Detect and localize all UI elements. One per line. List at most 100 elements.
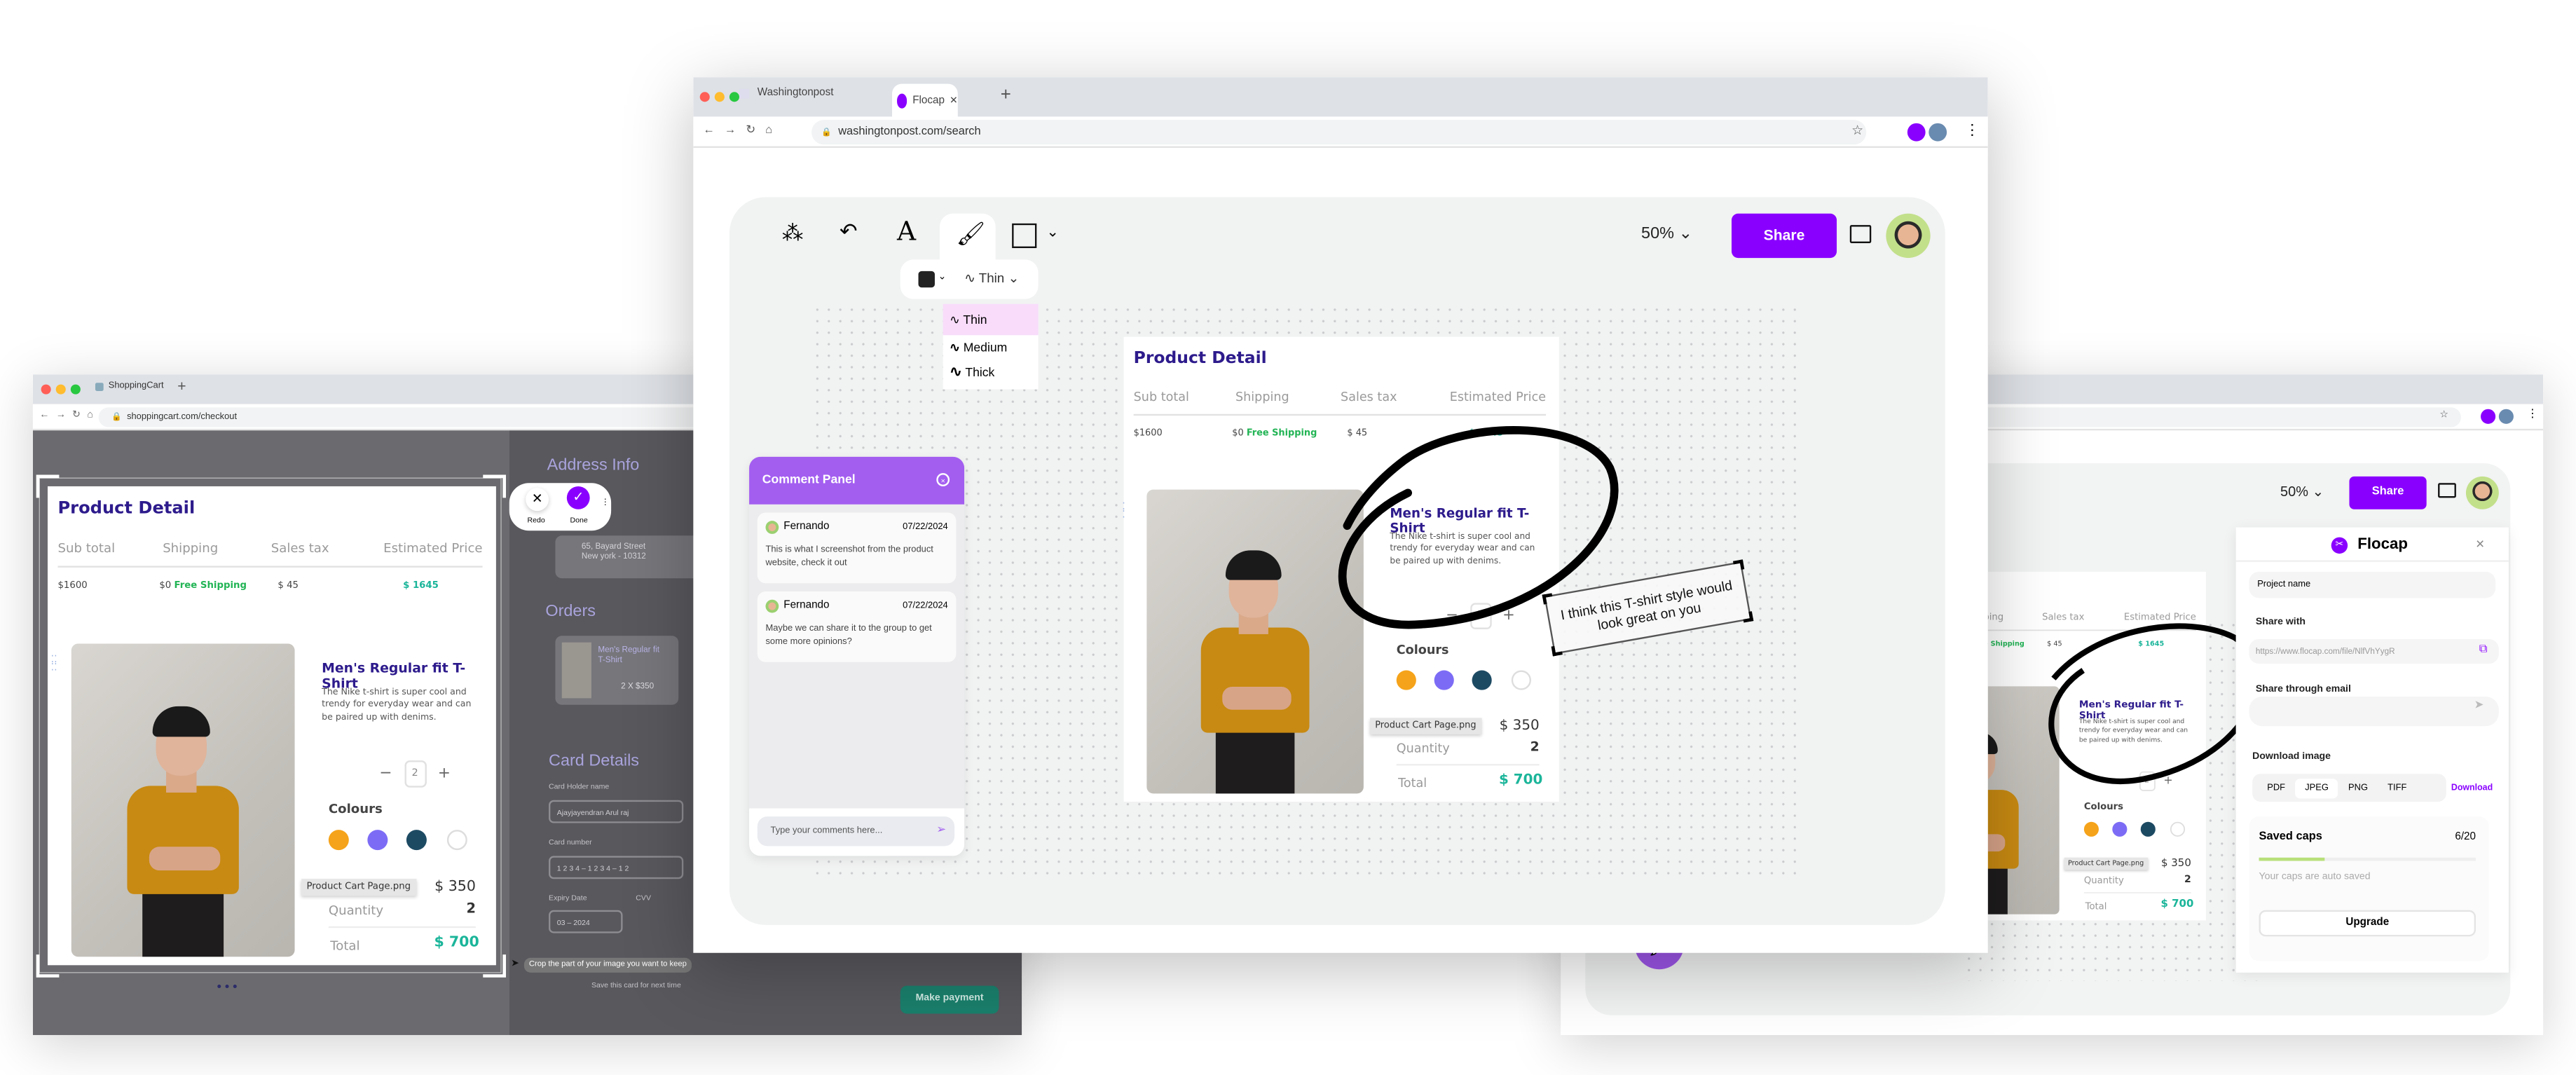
- make-payment-button[interactable]: Make payment: [900, 985, 999, 1014]
- saved-caps-progress: [2259, 857, 2476, 861]
- more-dots-icon[interactable]: •••: [217, 979, 240, 994]
- format-option-png[interactable]: PNG: [2338, 778, 2378, 797]
- done-button[interactable]: ✓: [566, 486, 590, 509]
- stroke-width-menu: ∿ Thin ∿ Medium ∿ Thick: [943, 303, 1039, 390]
- ellipse-annotation: [2048, 623, 2236, 784]
- redo-button[interactable]: ✕: [526, 488, 549, 512]
- saved-caps-card: Saved caps 6/20 Your caps are auto saved…: [2249, 816, 2489, 961]
- address-card[interactable]: 65, Bayard Street New york - 10312: [555, 535, 704, 579]
- flocap-share-panel: ✂ Flocap × Project name Share with https…: [2235, 527, 2509, 973]
- lock-icon: 🔒: [821, 127, 832, 137]
- save-card-checkbox[interactable]: Save this card for next time: [591, 981, 681, 990]
- nav-buttons-icon[interactable]: ←→↻⌂: [39, 409, 100, 420]
- avatar: [765, 521, 779, 534]
- tab-flocap[interactable]: Flocap ✕: [892, 83, 958, 117]
- colour-swatch[interactable]: [2170, 821, 2186, 837]
- format-option-pdf[interactable]: PDF: [2257, 778, 2295, 797]
- menu-icon[interactable]: ⋮: [1965, 121, 1980, 139]
- address-bar: ←→↻⌂ 🔒 washingtonpost.com/search ☆ ⋮: [693, 116, 1988, 148]
- share-button[interactable]: Share: [2349, 476, 2427, 509]
- menu-icon[interactable]: ⋮: [2527, 407, 2538, 420]
- chevron-down-icon: ⌄: [1678, 225, 1693, 243]
- send-icon[interactable]: ➤: [2474, 698, 2484, 711]
- user-avatar[interactable]: [1886, 213, 1931, 259]
- avatar: [765, 599, 779, 613]
- flocap-logo-icon: [897, 93, 908, 108]
- card-number-input[interactable]: 1 2 3 4 – 1 2 3 4 – 1 2: [549, 856, 684, 879]
- colour-swatch[interactable]: [1511, 670, 1531, 690]
- undo-icon[interactable]: ↶: [840, 219, 858, 245]
- close-icon[interactable]: ×: [2476, 535, 2484, 552]
- crop-frame[interactable]: [36, 474, 507, 978]
- colour-swatch[interactable]: [1434, 670, 1454, 690]
- stroke-color-swatch[interactable]: [918, 271, 935, 288]
- text-tool-icon[interactable]: A: [897, 215, 916, 247]
- menu-item-medium[interactable]: ∿ Medium: [943, 335, 1039, 362]
- right-canvas-clip: Product Detail Sub total Shipping Sales …: [1987, 559, 2236, 936]
- colour-swatch[interactable]: [1396, 670, 1416, 690]
- flocap-logo-icon: ✂: [2331, 537, 2348, 554]
- favicon-icon: [739, 88, 750, 98]
- lock-icon: 🔒: [111, 412, 123, 423]
- drag-handle-icon[interactable]: ⁚ ⁚: [1122, 502, 1125, 521]
- new-tab-button[interactable]: +: [1001, 85, 1011, 105]
- new-tab-button[interactable]: +: [177, 378, 186, 394]
- share-link-field[interactable]: https://www.flocap.com/file/NlfVhYygR: [2249, 638, 2499, 664]
- file-name-tag: Product Cart Page.png: [1370, 718, 1481, 734]
- comment-item[interactable]: Fernando 07/22/2024 Maybe we can share i…: [757, 591, 957, 662]
- more-options-icon[interactable]: ⋮: [601, 498, 610, 507]
- email-input[interactable]: [2249, 697, 2499, 727]
- profile-icon[interactable]: [2498, 409, 2514, 424]
- stroke-width-dropdown[interactable]: ∿ Thin ⌄: [964, 271, 1019, 286]
- project-name-input[interactable]: Project name: [2249, 571, 2496, 598]
- cursor-icon: ➤: [511, 959, 519, 970]
- colour-swatch[interactable]: [2140, 821, 2156, 837]
- orders-title: Orders: [545, 603, 596, 622]
- drag-handle-icon[interactable]: ⁚⁚ ⁚⁚: [51, 655, 57, 673]
- close-icon: ✕: [531, 491, 543, 507]
- menu-item-thick[interactable]: ∿ Thick: [943, 362, 1039, 388]
- url-field[interactable]: 🔒 washingtonpost.com/search: [811, 120, 1867, 145]
- tab-washingtonpost[interactable]: Washingtonpost: [739, 87, 833, 99]
- download-link[interactable]: Download: [2451, 783, 2493, 793]
- nav-buttons-icon[interactable]: ←→↻⌂: [703, 123, 782, 136]
- comment-item[interactable]: Fernando 07/22/2024 This is what I scree…: [757, 512, 957, 584]
- bookmark-star-icon[interactable]: ☆: [1851, 123, 1863, 138]
- bookmark-star-icon[interactable]: ☆: [2439, 409, 2448, 420]
- comment-input[interactable]: Type your comments here...: [757, 816, 955, 847]
- colour-swatch[interactable]: [2083, 821, 2099, 837]
- chevron-down-icon[interactable]: ⌄: [1046, 224, 1059, 242]
- upgrade-button[interactable]: Upgrade: [2259, 910, 2476, 937]
- flocap-extension-icon[interactable]: [1907, 123, 1926, 142]
- select-tool-icon[interactable]: ⁂: [782, 220, 803, 247]
- copy-icon[interactable]: ⧉: [2479, 644, 2488, 657]
- folder-icon[interactable]: [2438, 483, 2456, 498]
- tab-shoppingcart[interactable]: ShoppingCart: [95, 381, 164, 391]
- user-avatar[interactable]: [2465, 476, 2499, 509]
- address-info-title: Address Info: [547, 456, 640, 475]
- close-tab-icon[interactable]: ✕: [950, 95, 958, 106]
- colour-swatch[interactable]: [2112, 821, 2128, 837]
- share-button[interactable]: Share: [1731, 213, 1837, 259]
- favicon-icon: [95, 382, 104, 390]
- product-detail-title: Product Detail: [1133, 350, 1267, 369]
- close-icon[interactable]: ×: [936, 473, 950, 486]
- send-icon[interactable]: ➢: [936, 823, 946, 836]
- format-option-tiff[interactable]: TIFF: [2378, 778, 2416, 797]
- crop-hint-tooltip: Crop the part of your image you want to …: [523, 957, 692, 973]
- comment-panel: Comment Panel × Fernando 07/22/2024 This…: [749, 456, 965, 856]
- expiry-input[interactable]: 03 – 2024: [549, 910, 623, 933]
- format-option-jpeg[interactable]: JPEG: [2295, 778, 2338, 798]
- folder-icon[interactable]: [1849, 225, 1872, 243]
- colour-swatch[interactable]: [1472, 670, 1492, 690]
- profile-icon[interactable]: [1928, 123, 1947, 142]
- card-holder-input[interactable]: Ajayjayendran Arul raj: [549, 800, 684, 823]
- order-item[interactable]: Men's Regular fit T-Shirt 2 X $350: [555, 636, 679, 705]
- zoom-level-dropdown[interactable]: 50% ⌄: [1641, 225, 1692, 243]
- zoom-level-dropdown[interactable]: 50% ⌄: [2280, 483, 2324, 501]
- menu-item-thin[interactable]: ∿ Thin: [943, 303, 1039, 336]
- stroke-icon: ∿: [964, 271, 975, 286]
- chevron-down-icon[interactable]: ⌄: [938, 271, 947, 282]
- flocap-extension-icon[interactable]: [2481, 409, 2496, 424]
- shape-tool-icon[interactable]: [1012, 223, 1037, 249]
